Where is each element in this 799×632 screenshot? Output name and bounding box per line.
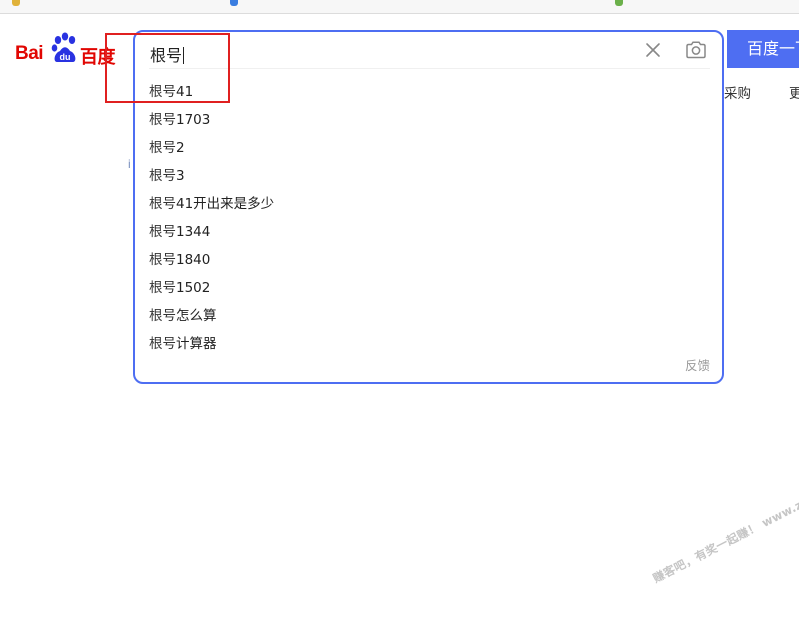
suggestion-rest: 3 xyxy=(176,168,185,184)
baidu-logo[interactable]: Bai du 百度 xyxy=(15,32,119,67)
suggestion-item[interactable]: 根号1703 xyxy=(135,106,722,134)
bookmark-icon[interactable] xyxy=(615,0,623,6)
search-button[interactable]: 百度一下 xyxy=(727,30,799,68)
page: Bai du 百度 根号 根号41 根号1703 根号2 根号3 根号41开出来… xyxy=(0,0,799,632)
suggestion-prefix: 根号 xyxy=(149,280,176,296)
feedback-link[interactable]: 反馈 xyxy=(685,355,710,374)
bookmark-icon[interactable] xyxy=(12,0,20,6)
annotation-rectangle xyxy=(105,33,230,103)
logo-text-bai: Bai xyxy=(15,43,44,64)
suggestion-item[interactable]: 根号怎么算 xyxy=(135,302,722,330)
close-icon[interactable] xyxy=(644,41,662,59)
browser-bookmark-strip xyxy=(0,0,799,14)
suggestion-rest: 计算器 xyxy=(176,336,217,352)
suggestion-prefix: 根号 xyxy=(149,196,176,212)
suggestion-item[interactable]: 根号2 xyxy=(135,134,722,162)
suggestion-prefix: 根号 xyxy=(149,112,176,128)
nav-item-more[interactable]: 更 xyxy=(789,82,799,102)
suggestion-rest: 怎么算 xyxy=(176,308,217,324)
nav-item-purchase[interactable]: 采购 xyxy=(724,82,751,102)
suggestion-rest: 1344 xyxy=(176,224,211,240)
suggestion-item[interactable]: 根号1502 xyxy=(135,274,722,302)
suggestion-rest: 2 xyxy=(176,140,185,156)
suggestion-rest: 1703 xyxy=(176,112,211,128)
suggestion-rest: 1502 xyxy=(176,280,211,296)
suggestion-item[interactable]: 根号1840 xyxy=(135,246,722,274)
suggestion-prefix: 根号 xyxy=(149,168,176,184)
watermark: 赚客吧，有奖一起赚！ www.zuanke8.com xyxy=(650,460,799,586)
suggestion-rest: 1840 xyxy=(176,252,211,268)
search-divider xyxy=(149,68,710,69)
paw-icon: du xyxy=(51,32,76,62)
logo-paw-text: du xyxy=(60,52,71,62)
suggestion-item[interactable]: 根号1344 xyxy=(135,218,722,246)
suggestion-rest: 41开出来是多少 xyxy=(176,196,275,212)
suggestion-item[interactable]: 根号计算器 xyxy=(135,330,722,358)
suggestion-prefix: 根号 xyxy=(149,224,176,240)
suggestion-prefix: 根号 xyxy=(149,140,176,156)
camera-icon[interactable] xyxy=(685,40,707,60)
hidden-link-fragment: i xyxy=(128,157,131,171)
suggestion-prefix: 根号 xyxy=(149,336,176,352)
suggestion-item[interactable]: 根号3 xyxy=(135,162,722,190)
bookmark-icon[interactable] xyxy=(230,0,238,6)
suggestion-item[interactable]: 根号41开出来是多少 xyxy=(135,190,722,218)
suggestion-prefix: 根号 xyxy=(149,308,176,324)
suggestion-list: 根号41 根号1703 根号2 根号3 根号41开出来是多少 根号1344 根号… xyxy=(135,78,722,358)
suggestion-prefix: 根号 xyxy=(149,252,176,268)
